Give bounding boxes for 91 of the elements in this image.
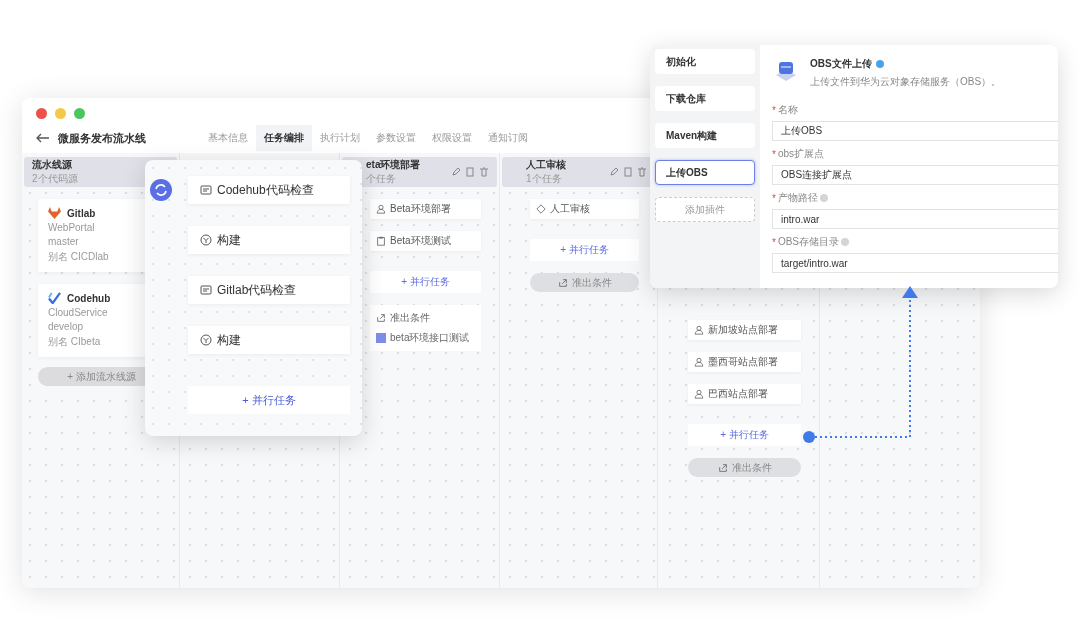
task-card[interactable]: Beta环境部署 (370, 199, 481, 219)
copy-icon[interactable] (623, 167, 633, 177)
exit-icon (717, 462, 728, 473)
help-icon[interactable] (819, 194, 828, 202)
stage-subtitle: 2个代码源 (32, 172, 79, 186)
required-mark: * (772, 148, 776, 160)
tab[interactable]: 任务编排 (256, 125, 312, 151)
deploy-icon (694, 325, 704, 335)
parallel-task-button[interactable]: + 并行任务 (370, 271, 481, 293)
minimize-dot[interactable] (55, 108, 66, 119)
field-label: 名称 (777, 103, 798, 117)
help-icon[interactable] (841, 238, 850, 246)
close-dot[interactable] (36, 108, 47, 119)
test-icon (376, 333, 386, 343)
task-label: 构建 (217, 331, 241, 349)
build-icon (200, 334, 212, 346)
plugin-step[interactable]: 下载仓库 (655, 86, 755, 111)
fox-logo-icon (48, 207, 61, 219)
task-label: 新加坡站点部署 (708, 323, 778, 337)
required-mark: * (772, 192, 776, 204)
task-card[interactable]: Codehub代码检查 (188, 176, 350, 204)
delete-icon[interactable] (479, 167, 489, 177)
parallel-task-button[interactable]: + 并行任务 (188, 386, 350, 414)
zoom-dot[interactable] (74, 108, 85, 119)
required-mark: * (772, 104, 776, 116)
deploy-icon (376, 204, 386, 214)
task-label: Beta环境部署 (390, 202, 451, 216)
task-label: 墨西哥站点部署 (708, 355, 778, 369)
edit-icon[interactable] (609, 167, 619, 177)
branch-label: develop (48, 321, 85, 332)
plugin-step[interactable]: 初始化 (655, 49, 755, 74)
build-icon (200, 234, 212, 246)
field-label: 产物路径 (777, 191, 818, 205)
task-label: Beta环境测试 (390, 234, 451, 248)
input-field[interactable]: target/intro.war (772, 253, 1058, 273)
parallel-task-button[interactable]: + 并行任务 (688, 424, 801, 446)
exit-icon (557, 277, 568, 288)
task-card[interactable]: 构建 (188, 326, 350, 354)
task-card[interactable]: 人工审核 (530, 199, 639, 219)
approval-icon (536, 204, 546, 214)
task-label: 人工审核 (550, 202, 590, 216)
deploy-icon (694, 357, 704, 367)
stage-title: 流水线源 (32, 158, 73, 172)
input-field[interactable]: 上传OBS (772, 121, 1058, 141)
repo-name: Codehub (67, 292, 111, 304)
stage-title: 人工审核 (526, 158, 567, 172)
code-check-icon (200, 284, 212, 296)
task-label: 构建 (217, 231, 241, 249)
copy-icon[interactable] (465, 167, 475, 177)
alias-label: 别名 CICDlab (48, 250, 110, 264)
input-field[interactable]: intro.war (772, 209, 1058, 229)
stage-subtitle: 1个任务 (526, 172, 563, 186)
alias-label: 别名 CIbeta (48, 335, 102, 349)
field-label: obs扩展点 (777, 147, 825, 161)
codehub-logo-icon (48, 292, 61, 304)
exit-icon (376, 313, 386, 323)
repo-label: WebPortal (48, 222, 96, 233)
task-card[interactable]: Beta环境测试 (370, 231, 481, 251)
code-check-icon (200, 184, 212, 196)
task-card[interactable]: 新加坡站点部署 (688, 320, 801, 340)
task-card[interactable]: Gitlab代码检查 (188, 276, 350, 304)
field-label: OBS存储目录 (777, 235, 840, 249)
exit-condition-card[interactable]: 准出条件 beta环境接口测试 (370, 305, 481, 351)
exit-item: beta环境接口测试 (390, 331, 470, 345)
task-card[interactable]: 巴西站点部署 (688, 384, 801, 404)
task-card[interactable]: 构建 (188, 226, 350, 254)
exit-label: 准出条件 (390, 311, 430, 325)
deploy-icon (694, 389, 704, 399)
task-label: 巴西站点部署 (708, 387, 768, 401)
delete-icon[interactable] (637, 167, 647, 177)
repo-name: Gitlab (67, 207, 96, 219)
sync-icon[interactable] (150, 179, 172, 201)
required-mark: * (772, 236, 776, 248)
repo-label: CloudService (48, 307, 109, 318)
plugin-step[interactable]: Maven构建 (655, 123, 755, 148)
task-label: Gitlab代码检查 (217, 281, 297, 299)
task-label: Codehub代码检查 (217, 181, 314, 199)
plugin-title: OBS文件上传 (810, 57, 872, 71)
stage-subtitle: 个任务 (366, 172, 397, 186)
plugin-description: 上传文件到华为云对象存储服务（OBS）。 (810, 75, 1002, 89)
plugin-step[interactable]: 上传OBS (655, 160, 755, 185)
clipboard-icon (376, 236, 386, 246)
input-field[interactable]: OBS连接扩展点 (772, 165, 1058, 185)
task-card[interactable]: 墨西哥站点部署 (688, 352, 801, 372)
stage-title: eta环境部署 (366, 158, 422, 172)
parallel-task-button[interactable]: + 并行任务 (530, 239, 639, 261)
edit-icon[interactable] (451, 167, 461, 177)
back-icon[interactable] (36, 133, 50, 143)
verified-icon (875, 60, 884, 68)
branch-label: master (48, 236, 80, 247)
page-title: 微服务发布流水线 (58, 130, 147, 146)
